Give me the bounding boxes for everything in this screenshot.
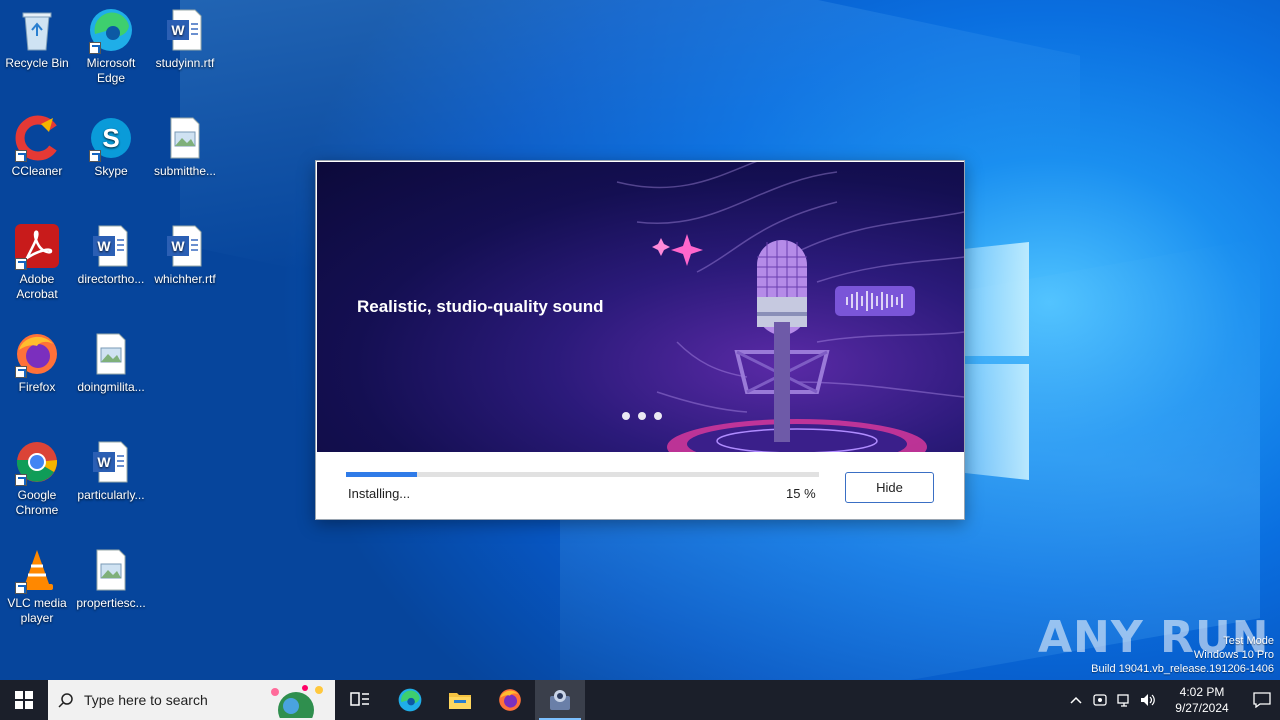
windows-start-icon <box>15 691 33 709</box>
taskbar: Type here to search 4:02 PM 9/27/2024 <box>0 680 1280 720</box>
taskbar-firefox[interactable] <box>485 680 535 720</box>
hide-button[interactable]: Hide <box>845 472 934 503</box>
desktop-icon-submitthe[interactable]: submitthe... <box>148 114 222 179</box>
install-percent-text: 15 % <box>786 486 816 501</box>
firefox-icon <box>499 689 521 711</box>
desktop-icon-studyinn-rtf[interactable]: W studyinn.rtf <box>148 6 222 71</box>
search-highlight-illustration <box>271 685 323 718</box>
search-placeholder: Type here to search <box>84 692 208 708</box>
install-progress-bar <box>346 472 819 477</box>
volume-button[interactable] <box>1136 680 1160 720</box>
carousel-dot[interactable] <box>622 412 630 420</box>
speaker-icon <box>1141 694 1155 706</box>
desktop-icon-label: particularly... <box>77 488 145 502</box>
desktop-icon-label: Google Chrome <box>15 488 59 517</box>
svg-text:W: W <box>171 238 185 254</box>
installer-banner: Realistic, studio-quality sound <box>317 162 964 452</box>
taskbar-search-box[interactable]: Type here to search <box>48 680 335 720</box>
install-status-text: Installing... <box>348 486 411 501</box>
desktop-icon-label: directortho... <box>77 272 145 286</box>
banner-headline: Realistic, studio-quality sound <box>357 297 604 316</box>
svg-text:W: W <box>171 22 185 38</box>
network-icon <box>1117 694 1129 707</box>
carousel-dot[interactable] <box>638 412 646 420</box>
clock-time: 4:02 PM <box>1179 685 1225 699</box>
desktop-icon-label: submitthe... <box>153 164 217 178</box>
desktop-icon-label: studyinn.rtf <box>155 56 215 70</box>
desktop-icon-label: whichher.rtf <box>154 272 216 286</box>
network-button[interactable] <box>1112 680 1136 720</box>
desktop-icon-directortho[interactable]: W directortho... <box>74 222 148 287</box>
word-document-icon: W <box>167 9 202 51</box>
system-tray: 4:02 PM 9/27/2024 <box>1064 680 1280 720</box>
taskbar-clock[interactable]: 4:02 PM 9/27/2024 <box>1166 684 1238 716</box>
desktop-icon-vlc-media-player[interactable]: VLC media player <box>0 546 74 626</box>
image-file-icon <box>96 333 126 375</box>
test-mode-watermark: Test Mode Windows 10 Pro Build 19041.vb_… <box>1091 634 1274 676</box>
chevron-up-icon <box>1070 696 1082 704</box>
task-view-button[interactable] <box>335 680 385 720</box>
image-file-icon <box>96 549 126 591</box>
desktop-icon-label: VLC media player <box>7 596 67 625</box>
clock-date: 9/27/2024 <box>1175 701 1229 715</box>
desktop-icon-adobe-acrobat[interactable]: Adobe Acrobat <box>0 222 74 302</box>
install-progress-fill <box>346 472 417 477</box>
show-hidden-icons-button[interactable] <box>1064 680 1088 720</box>
desktop-icon-label: propertiesc... <box>76 596 146 610</box>
desktop-icon-firefox[interactable]: Firefox <box>0 330 74 395</box>
wallpaper-windows-logo <box>965 242 1029 480</box>
action-center-button[interactable] <box>1244 680 1280 720</box>
start-button[interactable] <box>0 680 48 720</box>
desktop-icon-label: Adobe Acrobat <box>16 272 58 301</box>
desktop-icon-doingmilita[interactable]: doingmilita... <box>74 330 148 395</box>
desktop-icon-label: Recycle Bin <box>5 56 69 70</box>
carousel-dots <box>622 412 662 420</box>
desktop-icon-particularly[interactable]: W particularly... <box>74 438 148 503</box>
desktop-icon-label: Microsoft Edge <box>86 56 136 85</box>
taskbar-file-explorer[interactable] <box>435 680 485 720</box>
watermark-line: Windows 10 Pro <box>1193 649 1274 661</box>
desktop-icon-recycle-bin[interactable]: Recycle Bin <box>0 6 74 71</box>
desktop-icon-propertiesc[interactable]: propertiesc... <box>74 546 148 611</box>
folder-icon <box>449 693 471 709</box>
tray-app-icon[interactable] <box>1088 680 1112 720</box>
installer-app-icon <box>550 690 570 710</box>
desktop-icon-microsoft-edge[interactable]: Microsoft Edge <box>74 6 148 86</box>
task-view-icon <box>350 692 369 706</box>
watermark-line: Test Mode <box>1223 635 1274 647</box>
svg-text:W: W <box>97 238 111 254</box>
notification-icon <box>1253 692 1271 708</box>
edge-icon <box>398 688 422 712</box>
watermark-line: Build 19041.vb_release.191206-1406 <box>1091 663 1274 675</box>
desktop-icon-skype[interactable]: S Skype <box>74 114 148 179</box>
word-document-icon: W <box>93 225 128 267</box>
desktop-icon-google-chrome[interactable]: Google Chrome <box>0 438 74 518</box>
taskbar-edge[interactable] <box>385 680 435 720</box>
installer-window: Realistic, studio-quality sound Installi… <box>315 160 965 520</box>
image-file-icon <box>170 117 200 159</box>
desktop-icon-label: doingmilita... <box>77 380 145 394</box>
carousel-dot[interactable] <box>654 412 662 420</box>
svg-text:S: S <box>102 123 119 153</box>
search-icon <box>58 693 73 708</box>
svg-text:W: W <box>97 454 111 470</box>
desktop-icon-label: Firefox <box>18 380 56 394</box>
app-tray-icon <box>1093 694 1107 706</box>
desktop-icon-whichher-rtf[interactable]: W whichher.rtf <box>148 222 222 287</box>
taskbar-installer-app[interactable] <box>535 680 585 720</box>
desktop-icon-label: CCleaner <box>11 164 63 178</box>
recycle-bin-icon <box>22 12 52 51</box>
desktop-icon-label: Skype <box>94 164 128 178</box>
word-document-icon: W <box>167 225 202 267</box>
word-document-icon: W <box>93 441 128 483</box>
desktop-icon-ccleaner[interactable]: CCleaner <box>0 114 74 179</box>
